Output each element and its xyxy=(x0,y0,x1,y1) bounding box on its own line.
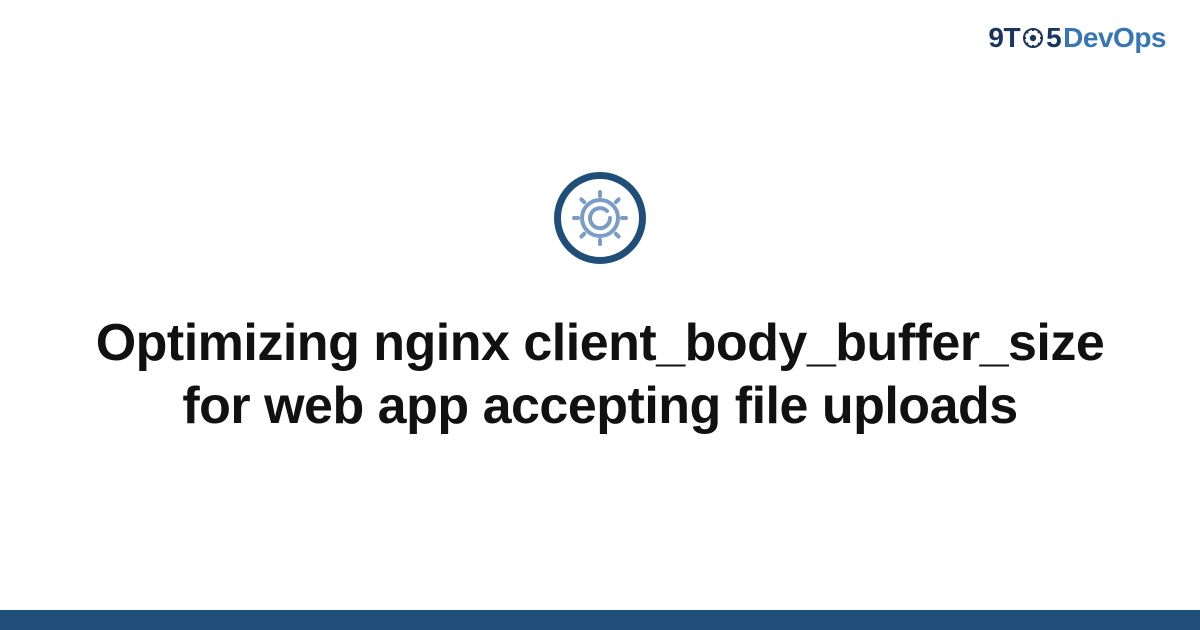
content-area: Optimizing nginx client_body_buffer_size… xyxy=(0,0,1200,610)
footer-bar xyxy=(0,610,1200,630)
page-title: Optimizing nginx client_body_buffer_size… xyxy=(80,312,1120,439)
gear-ring-icon xyxy=(554,172,646,264)
gear-icon xyxy=(572,190,628,246)
